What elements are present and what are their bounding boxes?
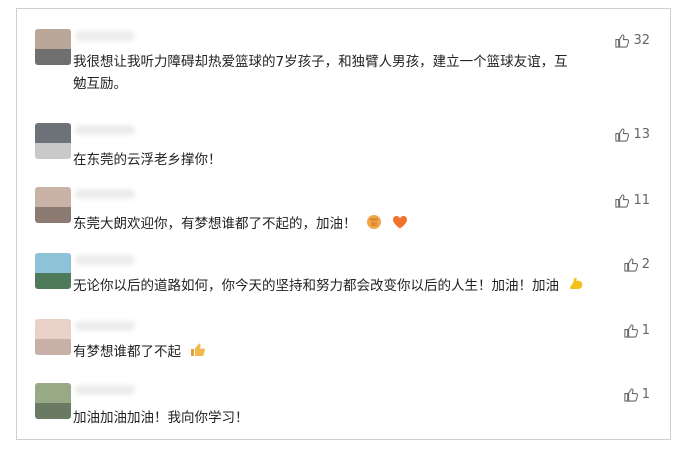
like-button[interactable]: 13 [614, 127, 650, 142]
flexed-biceps-icon [567, 275, 585, 300]
username-blurred [75, 321, 135, 331]
comment-list: 我很想让我听力障碍却热爱篮球的7岁孩子，和独臂人男孩，建立一个篮球友谊，互 勉互… [16, 8, 671, 440]
like-count: 2 [641, 257, 650, 272]
comment-text: 在东莞的云浮老乡撑你！ [73, 152, 222, 168]
username-blurred [75, 385, 135, 395]
avatar[interactable] [35, 29, 71, 65]
avatar[interactable] [35, 253, 71, 289]
like-count: 1 [641, 323, 650, 338]
thumbs-up-outline-icon [615, 194, 630, 208]
avatar[interactable] [35, 123, 71, 159]
thumbs-up-outline-icon [624, 388, 638, 402]
heart-icon [391, 213, 409, 238]
fist-icon [365, 213, 383, 238]
comment-text: 有梦想谁都了不起 [73, 341, 630, 366]
thumbs-up-outline-icon [624, 324, 638, 338]
like-button[interactable]: 2 [623, 257, 650, 272]
username-blurred [75, 189, 135, 199]
avatar[interactable] [35, 187, 71, 223]
comment-text: 无论你以后的道路如何，你今天的坚持和努力都会改变你以后的人生！加油！加油 [73, 275, 642, 300]
username-blurred [75, 31, 135, 41]
thumbs-up-outline-icon [615, 128, 630, 142]
thumbs-up-icon [189, 341, 207, 366]
like-button[interactable]: 1 [623, 323, 650, 338]
avatar[interactable] [35, 383, 71, 419]
like-button[interactable]: 1 [623, 387, 650, 402]
comment-text: 我很想让我听力障碍却热爱篮球的7岁孩子，和独臂人男孩，建立一个篮球友谊，互 勉互… [73, 54, 568, 92]
comment-text: 东莞大朗欢迎你，有梦想谁都了不起的，加油！ [73, 213, 630, 238]
like-count: 32 [633, 33, 650, 48]
like-button[interactable]: 11 [614, 193, 650, 208]
like-count: 1 [641, 387, 650, 402]
avatar[interactable] [35, 319, 71, 355]
thumbs-up-outline-icon [615, 34, 630, 48]
comment-text: 加油加油加油！我向你学习！ [73, 410, 249, 426]
like-button[interactable]: 32 [614, 33, 650, 48]
username-blurred [75, 125, 135, 135]
username-blurred [75, 255, 135, 265]
thumbs-up-outline-icon [624, 258, 638, 272]
like-count: 11 [633, 193, 650, 208]
like-count: 13 [633, 127, 650, 142]
